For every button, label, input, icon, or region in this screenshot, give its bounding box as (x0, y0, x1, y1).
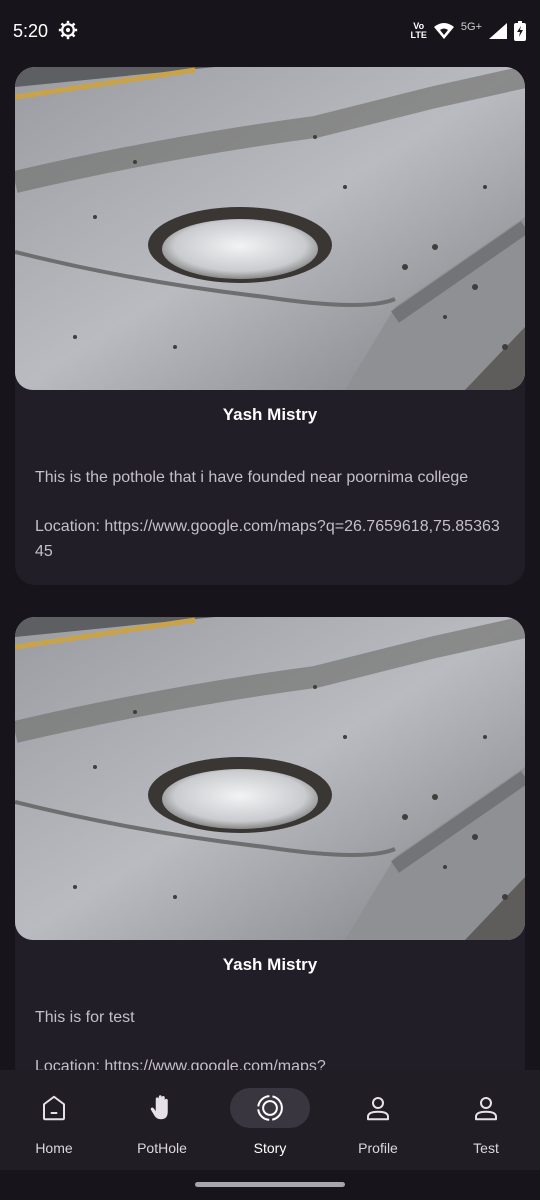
bottom-navigation: Home PotHole Story Profile Test (0, 1070, 540, 1170)
nav-item-story[interactable]: Story (216, 1070, 324, 1170)
home-gesture-handle[interactable] (195, 1182, 345, 1187)
nav-item-profile[interactable]: Profile (324, 1070, 432, 1170)
nav-label: PotHole (137, 1140, 187, 1156)
volte-indicator: Vo LTE (411, 22, 427, 40)
pothole-photo (15, 617, 525, 940)
person-icon (475, 1097, 497, 1121)
settings-gear-icon (58, 20, 78, 40)
wifi-icon (433, 23, 454, 39)
status-time: 5:20 (13, 21, 49, 41)
home-icon (43, 1095, 65, 1121)
post-author: Yash Mistry (222, 955, 318, 974)
post-card[interactable]: Yash Mistry This is for test Location: h… (15, 617, 525, 1070)
pothole-photo (15, 67, 525, 390)
post-card[interactable]: Yash Mistry This is the pothole that i h… (15, 67, 525, 585)
nav-item-home[interactable]: Home (0, 1070, 108, 1170)
nav-label: Story (253, 1140, 287, 1156)
nav-active-indicator (230, 1088, 310, 1128)
volte-bottom-label: LTE (410, 30, 427, 40)
nav-icon-container (338, 1088, 418, 1128)
post-location-link[interactable]: Location: https://www.google.com/maps?q=… (35, 514, 505, 564)
nav-icon-container (122, 1088, 202, 1128)
nav-label: Home (35, 1140, 73, 1156)
post-location-link[interactable]: Location: https://www.google.com/maps? (35, 1054, 505, 1070)
nav-icon-container (446, 1088, 526, 1128)
story-feed[interactable]: Yash Mistry This is the pothole that i h… (0, 62, 540, 1070)
signal-icon (489, 23, 507, 39)
gesture-navigation-area (0, 1170, 540, 1200)
nav-item-pothole[interactable]: PotHole (108, 1070, 216, 1170)
status-bar: 5:20 Vo LTE 5G+ (0, 0, 540, 62)
nav-icon-container (14, 1088, 94, 1128)
nav-item-test[interactable]: Test (432, 1070, 540, 1170)
status-icons: Vo LTE 5G+ (411, 20, 526, 42)
person-icon (367, 1097, 389, 1121)
nav-label: Profile (358, 1140, 398, 1156)
post-description: This is the pothole that i have founded … (35, 469, 469, 486)
network-type: 5G+ (460, 21, 482, 33)
hand-icon (150, 1095, 168, 1120)
post-author: Yash Mistry (222, 405, 318, 424)
post-description: This is for test (35, 1009, 135, 1026)
story-icon (257, 1095, 283, 1121)
battery-icon (514, 21, 526, 41)
nav-label: Test (473, 1140, 499, 1156)
